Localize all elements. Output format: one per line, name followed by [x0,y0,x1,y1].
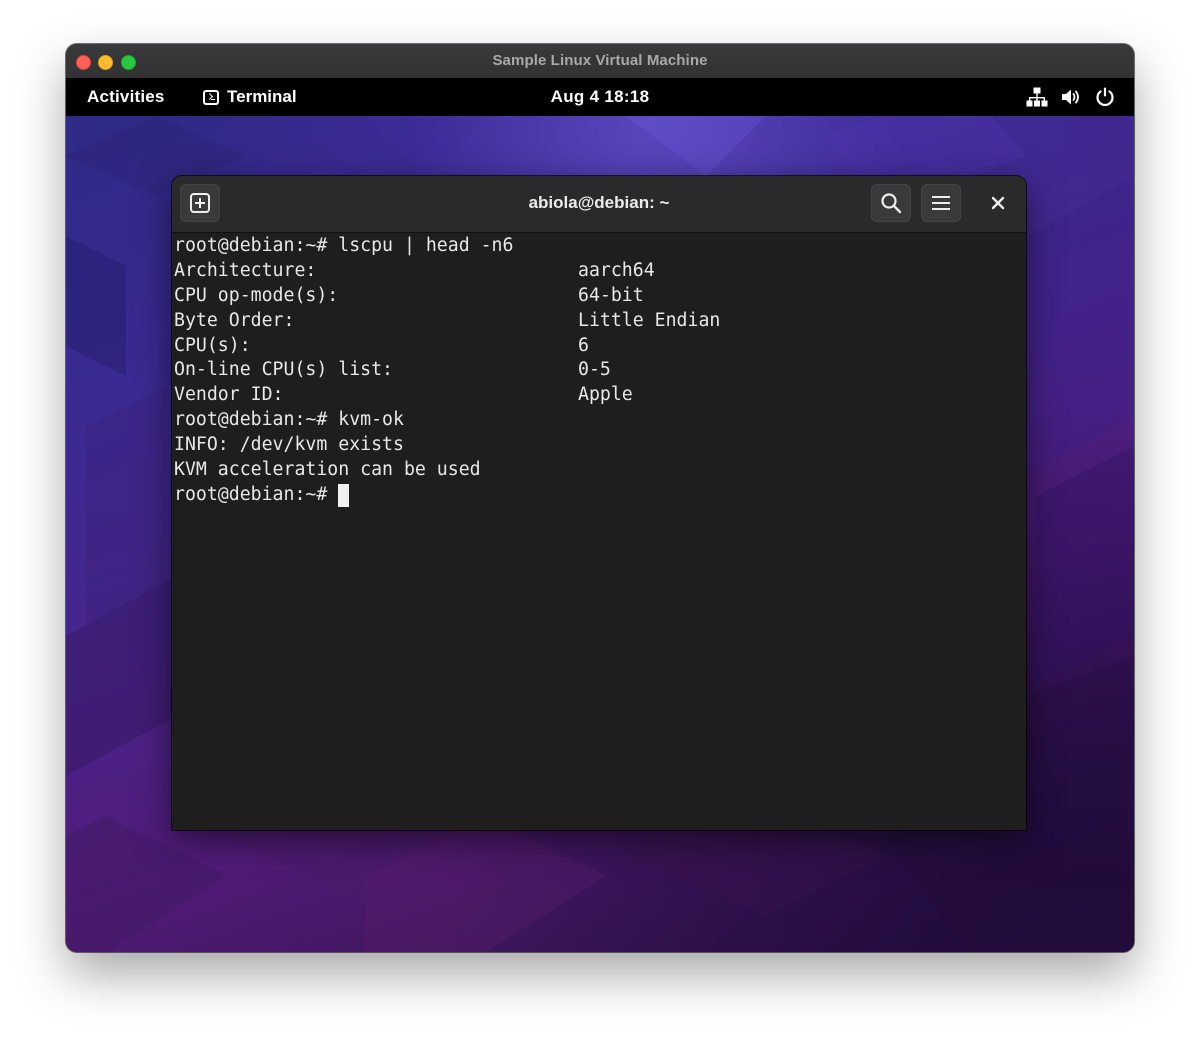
terminal-line: CPU(s): 6 [174,334,1026,359]
close-icon [991,196,1005,210]
output-value: 64-bit [578,284,644,306]
output-value: 6 [578,334,589,356]
output-text: INFO: /dev/kvm exists [174,434,404,456]
terminal-output[interactable]: root@debian:~# lscpu | head -n6 Architec… [174,234,1026,830]
hamburger-menu-icon [932,196,950,210]
clock[interactable]: Aug 4 18:18 [66,87,1134,107]
terminal-headerbar[interactable]: abiola@debian: ~ [172,176,1026,233]
vm-window: Sample Linux Virtual Machine Activities … [66,44,1134,952]
search-button[interactable] [871,184,911,222]
mac-titlebar[interactable]: Sample Linux Virtual Machine [66,44,1134,79]
output-key: CPU(s): [174,334,251,356]
command-line: root@debian:~# kvm-ok [174,409,404,431]
output-key: Byte Order: [174,309,295,331]
text-cursor [338,483,350,507]
terminal-window: abiola@debian: ~ root@debian:~# lscpu | … [172,176,1026,830]
output-key: Vendor ID: [174,384,284,406]
terminal-line: Architecture: aarch64 [174,259,1026,284]
output-value: Apple [578,384,633,406]
output-value: Little Endian [578,309,721,331]
output-text: KVM acceleration can be used [174,459,481,481]
prompt: root@debian:~# [174,483,328,505]
terminal-prompt-line[interactable]: root@debian:~# [174,483,1026,508]
search-icon [881,193,902,214]
system-tray[interactable] [1026,86,1116,108]
terminal-line: root@debian:~# lscpu | head -n6 [174,234,1026,259]
output-value: 0-5 [578,359,611,381]
gnome-top-bar: Activities Terminal Aug 4 18:18 [66,78,1134,116]
terminal-line: CPU op-mode(s): 64-bit [174,284,1026,309]
output-key: CPU op-mode(s): [174,284,339,306]
power-icon[interactable] [1094,86,1116,108]
terminal-line: INFO: /dev/kvm exists [174,433,1026,458]
terminal-line: Byte Order: Little Endian [174,309,1026,334]
output-key: On-line CPU(s) list: [174,359,393,381]
output-key: Architecture: [174,259,317,281]
terminal-close-button[interactable] [978,184,1018,222]
desktop-wallpaper: abiola@debian: ~ root@debian:~# lscpu | … [66,116,1134,952]
terminal-line: Vendor ID: Apple [174,383,1026,408]
output-value: aarch64 [578,259,655,281]
terminal-line: On-line CPU(s) list: 0-5 [174,358,1026,383]
window-title: Sample Linux Virtual Machine [492,52,708,69]
command-line: root@debian:~# lscpu | head -n6 [174,235,514,256]
volume-icon[interactable] [1060,86,1082,108]
terminal-line: KVM acceleration can be used [174,458,1026,483]
terminal-line: root@debian:~# kvm-ok [174,408,1026,433]
network-icon[interactable] [1026,86,1048,108]
menu-button[interactable] [921,184,961,222]
